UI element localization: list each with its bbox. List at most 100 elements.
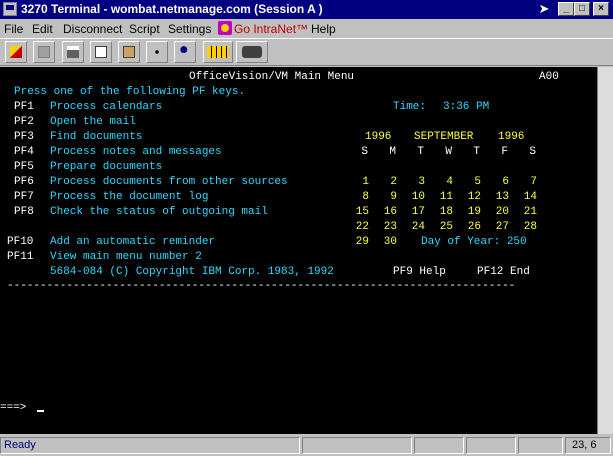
run-icon [179, 46, 191, 58]
save-icon [38, 46, 50, 58]
pf-option-text: View main menu number 2 [50, 251, 202, 263]
calendar-day: 4 [446, 176, 453, 188]
pf-key[interactable]: PF10 [7, 236, 33, 249]
screen-id: A00 [539, 71, 559, 83]
screen-header: OfficeVision/VM Main Menu [189, 71, 355, 83]
print-icon [67, 46, 79, 58]
camera-icon [242, 46, 262, 58]
status-panel [414, 437, 464, 454]
cursor-position: 23, 6 [565, 437, 611, 454]
calendar-day: 12 [467, 191, 481, 203]
calendar-day: 2 [390, 176, 397, 188]
calendar-day: 27 [495, 221, 509, 233]
calendar-day: 16 [383, 206, 397, 218]
status-panel [518, 437, 563, 454]
calendar-day: 25 [439, 221, 453, 233]
calendar-day: 5 [474, 176, 481, 188]
pf-option-text: Process notes and messages [50, 146, 222, 158]
network-button[interactable] [146, 41, 168, 63]
calendar-day: 7 [530, 176, 537, 188]
calendar-day: 13 [495, 191, 509, 203]
pf-key[interactable]: PF5 [14, 161, 34, 174]
instruction-text: Press one of the following PF keys. [14, 86, 246, 98]
calendar-day: 24 [411, 221, 425, 233]
pf-key[interactable]: PF2 [14, 116, 34, 129]
pf-key[interactable]: PF6 [14, 176, 34, 189]
command-prompt: ===> [0, 402, 27, 414]
pf-key[interactable]: PF1 [14, 101, 34, 114]
pf-option-text: Open the mail [50, 116, 136, 128]
terminal-app-icon[interactable] [3, 2, 17, 16]
calendar-weekday: S [529, 146, 536, 158]
pf-option-text: Process the document log [50, 191, 209, 203]
intranet-logo-icon [218, 21, 232, 35]
calendar-month: SEPTEMBER [414, 131, 474, 143]
pf-key[interactable]: PF4 [14, 146, 34, 159]
connect-icon [10, 46, 22, 58]
day-of-year: Day of Year: 250 [421, 236, 527, 248]
menu-help[interactable]: Help [311, 22, 336, 36]
save-button[interactable] [33, 41, 55, 63]
status-ready: Ready [0, 437, 300, 454]
time-label: Time: [393, 101, 427, 113]
menu-go-intranet[interactable]: Go IntraNet™ [234, 22, 308, 36]
menu-settings[interactable]: Settings [168, 22, 211, 36]
paste-button[interactable] [118, 41, 140, 63]
menu-file[interactable]: File [4, 22, 23, 36]
menu-edit[interactable]: Edit [32, 22, 53, 36]
calendar-day: 3 [418, 176, 425, 188]
calendar-day: 15 [355, 206, 369, 218]
pf12-end[interactable]: PF12 End [477, 266, 530, 279]
pf-option-text: Prepare documents [50, 161, 163, 173]
calendar-day: 17 [411, 206, 425, 218]
calendar-day: 29 [355, 236, 369, 248]
status-bar: Ready 23, 6 [0, 434, 613, 456]
calendar-day: 22 [355, 221, 369, 233]
pointer-icon[interactable]: ➤ [533, 1, 555, 17]
network-icon [151, 46, 163, 58]
connect-button[interactable] [5, 41, 27, 63]
pf-option-text: Add an automatic reminder [50, 236, 216, 248]
menu-script[interactable]: Script [129, 22, 160, 36]
maximize-button[interactable]: □ [574, 2, 590, 16]
pf-key[interactable]: PF3 [14, 131, 34, 144]
menu-disconnect[interactable]: Disconnect [63, 22, 122, 36]
terminal-screen[interactable]: OfficeVision/VM Main Menu A00 Press one … [0, 67, 597, 434]
pf9-help[interactable]: PF9 Help [393, 266, 446, 279]
vertical-scrollbar[interactable] [597, 67, 613, 434]
time-value: 3:36 PM [443, 101, 490, 113]
pf-option-text: Find documents [50, 131, 143, 143]
calendar-day: 30 [383, 236, 397, 248]
pf-option-text: Check the status of outgoing mail [50, 206, 268, 218]
copy-icon [95, 46, 107, 58]
grid-button[interactable] [203, 41, 233, 63]
copyright-text: 5684-084 (C) Copyright IBM Corp. 1983, 1… [50, 266, 334, 278]
calendar-day: 21 [523, 206, 537, 218]
pf-option-text: Process calendars [50, 101, 163, 113]
calendar-day: 20 [495, 206, 509, 218]
print-button[interactable] [62, 41, 84, 63]
grid-icon [207, 46, 229, 58]
calendar-day: 11 [439, 191, 453, 203]
pf-key[interactable]: PF7 [14, 191, 34, 204]
calendar-day: 8 [362, 191, 369, 203]
calendar-year: 1996 [498, 131, 525, 143]
pf-key[interactable]: PF11 [7, 251, 33, 264]
pf-option-text: Process documents from other sources [50, 176, 288, 188]
calendar-weekday: F [501, 146, 508, 158]
run-button[interactable] [174, 41, 196, 63]
calendar-weekday: T [473, 146, 480, 158]
camera-button[interactable] [236, 41, 268, 63]
title-bar: 3270 Terminal - wombat.netmanage.com (Se… [0, 0, 613, 19]
calendar-day: 1 [362, 176, 369, 188]
window-title: 3270 Terminal - wombat.netmanage.com (Se… [21, 2, 323, 16]
calendar-day: 19 [467, 206, 481, 218]
calendar-day: 10 [411, 191, 425, 203]
text-cursor [37, 410, 44, 412]
calendar-weekday: M [389, 146, 396, 158]
minimize-button[interactable]: _ [558, 2, 574, 16]
copy-button[interactable] [90, 41, 112, 63]
pf-key[interactable]: PF8 [14, 206, 34, 219]
calendar-day: 26 [467, 221, 481, 233]
close-button[interactable]: × [593, 2, 609, 16]
